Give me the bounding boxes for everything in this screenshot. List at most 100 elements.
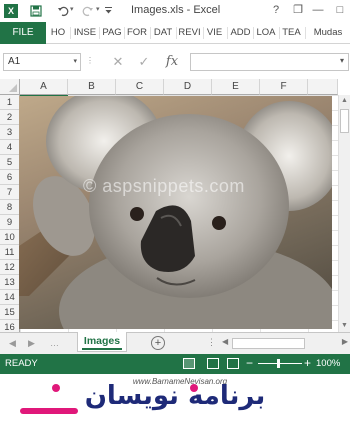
row-header[interactable]: 13 — [0, 275, 20, 290]
help-button[interactable]: ? — [268, 2, 284, 18]
column-header-a[interactable]: A — [20, 79, 68, 95]
site-banner: www.BarnameNevisan.org برنامه نویسان — [0, 374, 350, 421]
ribbon-display-button[interactable]: ❐ — [290, 2, 306, 18]
zoom-slider-track[interactable] — [258, 363, 302, 364]
window-title: Images.xls - Excel — [131, 4, 221, 16]
normal-view-button[interactable] — [183, 358, 195, 369]
watermark-text: © aspsnippets.com — [83, 176, 245, 196]
customize-quick-access-icon[interactable] — [100, 3, 116, 18]
select-all-triangle-icon — [9, 84, 17, 92]
row-header[interactable]: 10 — [0, 230, 20, 245]
tab-formulas[interactable]: FOR — [125, 22, 149, 44]
row-header[interactable]: 9 — [0, 215, 20, 230]
name-box-value: A1 — [8, 56, 21, 67]
tab-page-layout[interactable]: PAG — [100, 22, 124, 44]
horizontal-scrollbar[interactable]: ◀ ▶ — [222, 337, 350, 350]
row-header[interactable]: 12 — [0, 260, 20, 275]
formula-bar-resize-handle[interactable]: ⋮ — [86, 56, 98, 65]
tab-separator — [227, 27, 228, 39]
tab-home[interactable]: HO — [47, 22, 69, 44]
column-header-c[interactable]: C — [116, 79, 164, 95]
column-header-e[interactable]: E — [212, 79, 260, 95]
scroll-up-icon[interactable]: ▲ — [339, 95, 350, 107]
row-header[interactable]: 1 — [0, 95, 20, 110]
redo-icon[interactable] — [80, 3, 96, 18]
zoom-slider-handle[interactable] — [277, 359, 280, 368]
row-header[interactable]: 3 — [0, 125, 20, 140]
tab-data[interactable]: DAT — [151, 22, 175, 44]
ribbon-tabs: FILE HO INSE PAG FOR DAT REVI VIE ADD LO… — [0, 22, 350, 44]
koala-picture[interactable]: © aspsnippets.com — [19, 96, 332, 329]
status-bar: READY − + 100% — [0, 354, 350, 374]
undo-icon[interactable] — [55, 3, 71, 18]
tab-insert[interactable]: INSE — [72, 22, 98, 44]
horizontal-scroll-thumb[interactable] — [232, 338, 305, 349]
chevron-down-icon[interactable]: ▾ — [73, 54, 77, 70]
row-header[interactable]: 15 — [0, 305, 20, 320]
row-header[interactable]: 16 — [0, 320, 20, 332]
logo-dot-shape — [52, 384, 60, 392]
tab-load-test[interactable]: LOA — [254, 22, 278, 44]
scroll-right-icon[interactable]: ▶ — [342, 337, 348, 346]
maximize-button[interactable]: □ — [332, 2, 348, 18]
next-sheet-icon[interactable]: ▶ — [28, 338, 35, 349]
row-header[interactable]: 2 — [0, 110, 20, 125]
row-header[interactable]: 4 — [0, 140, 20, 155]
excel-logo-icon: X — [4, 4, 18, 18]
cancel-button[interactable]: ✕ — [109, 54, 127, 70]
zoom-out-button[interactable]: − — [246, 356, 253, 370]
page-break-view-button[interactable] — [227, 358, 239, 369]
logo-dot-shape — [190, 384, 198, 392]
zoom-level[interactable]: 100% — [316, 358, 340, 369]
add-sheet-button[interactable]: + — [151, 336, 165, 350]
logo-accent-shape — [20, 408, 78, 414]
formula-input[interactable]: ▾ — [190, 53, 349, 71]
row-header[interactable]: 11 — [0, 245, 20, 260]
tab-separator — [70, 27, 71, 39]
save-icon[interactable] — [28, 3, 44, 18]
tab-separator — [305, 27, 306, 39]
scroll-down-icon[interactable]: ▼ — [339, 320, 350, 332]
tab-add-ins[interactable]: ADD — [229, 22, 252, 44]
koala-right-eye-shape — [212, 216, 226, 230]
expand-formula-bar-icon[interactable]: ▾ — [340, 56, 344, 65]
redo-dropdown-icon[interactable]: ▾ — [96, 5, 100, 13]
formula-bar: A1 ▾ ⋮ ✕ ✓ fx ▾ — [0, 44, 350, 79]
scroll-left-icon[interactable]: ◀ — [222, 337, 228, 346]
koala-left-eye-shape — [130, 207, 144, 221]
row-header[interactable]: 7 — [0, 185, 20, 200]
row-header[interactable]: 6 — [0, 170, 20, 185]
page-layout-view-button[interactable] — [207, 358, 219, 369]
sheet-tab-images[interactable]: Images — [77, 332, 127, 352]
account-name[interactable]: Mudas — [309, 22, 347, 44]
sheet-tab-bar: ◀ ▶ … Images + ⋮ ◀ ▶ — [0, 332, 350, 354]
row-header[interactable]: 5 — [0, 155, 20, 170]
vertical-scroll-thumb[interactable] — [340, 109, 349, 133]
zoom-in-button[interactable]: + — [304, 356, 311, 370]
select-all-button[interactable] — [0, 79, 20, 95]
worksheet-grid: A B C D E F 1 2 3 4 5 6 7 8 9 10 11 12 1… — [0, 79, 350, 332]
tab-file[interactable]: FILE — [0, 22, 46, 44]
column-header-d[interactable]: D — [164, 79, 212, 95]
title-bar: X ▾ ▾ Images.xls - Excel ? ❐ — □ — [0, 0, 350, 22]
enter-button[interactable]: ✓ — [135, 54, 153, 70]
tab-review[interactable]: REVI — [177, 22, 202, 44]
prev-sheet-icon[interactable]: ◀ — [9, 338, 16, 349]
insert-function-button[interactable]: fx — [163, 54, 181, 70]
column-header-b[interactable]: B — [68, 79, 116, 95]
tab-view[interactable]: VIE — [204, 22, 225, 44]
undo-dropdown-icon[interactable]: ▾ — [70, 5, 74, 13]
column-header-f[interactable]: F — [260, 79, 308, 95]
vertical-scrollbar[interactable]: ▲ ▼ — [338, 95, 350, 332]
column-header-g[interactable] — [308, 79, 338, 95]
koala-head-shape — [89, 114, 289, 298]
status-ready: READY — [5, 358, 38, 369]
name-box[interactable]: A1 ▾ — [3, 53, 81, 71]
tab-team[interactable]: TEA — [280, 22, 303, 44]
minimize-button[interactable]: — — [310, 2, 326, 18]
row-header[interactable]: 14 — [0, 290, 20, 305]
more-sheets-icon[interactable]: … — [50, 338, 59, 348]
koala-image — [19, 96, 332, 329]
row-header[interactable]: 8 — [0, 200, 20, 215]
tab-split-handle[interactable]: ⋮ — [207, 337, 216, 348]
